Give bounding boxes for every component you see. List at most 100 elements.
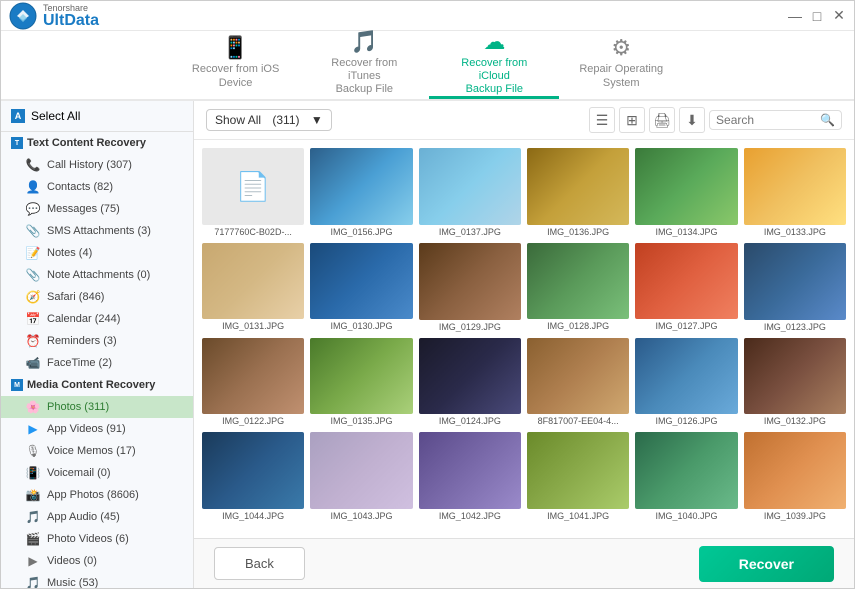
text-content-section-label: Text Content Recovery	[27, 137, 146, 149]
photo-item[interactable]: IMG_1041.JPG	[527, 432, 629, 521]
photo-item[interactable]: IMG_0137.JPG	[419, 148, 521, 237]
photo-item[interactable]: IMG_1044.JPG	[202, 432, 304, 521]
section-text-content[interactable]: T Text Content Recovery	[1, 132, 193, 154]
nav-item-repair[interactable]: ⚙ Repair OperatingSystem	[559, 31, 683, 99]
videos-label: Videos (0)	[47, 555, 97, 567]
app-photos-label: App Photos (8606)	[47, 489, 139, 501]
chevron-down-icon: ▼	[311, 113, 323, 127]
grid-view-button[interactable]: ⊞	[619, 107, 645, 133]
photo-videos-icon: 🎬	[25, 531, 41, 547]
calendar-label: Calendar (244)	[47, 313, 120, 325]
photo-item[interactable]: IMG_0135.JPG	[310, 338, 412, 427]
sidebar-item-voicemail[interactable]: 📳 Voicemail (0)	[1, 462, 193, 484]
show-all-label: Show All	[215, 113, 261, 127]
sidebar-item-safari[interactable]: 🧭 Safari (846)	[1, 286, 193, 308]
photo-item[interactable]: IMG_0131.JPG	[202, 243, 304, 332]
itunes-icon: 🎵	[351, 31, 378, 53]
search-input[interactable]	[716, 113, 816, 127]
sidebar-item-note-attachments[interactable]: 📎 Note Attachments (0)	[1, 264, 193, 286]
nav-bar: 📱 Recover from iOSDevice 🎵 Recover from …	[1, 31, 854, 101]
section-media-content[interactable]: M Media Content Recovery	[1, 374, 193, 396]
contacts-icon: 👤	[25, 179, 41, 195]
sidebar-item-voice-memos[interactable]: 🎙 Voice Memos (17)	[1, 440, 193, 462]
photo-item[interactable]: 📄7177760C-B02D-...	[202, 148, 304, 237]
contacts-label: Contacts (82)	[47, 181, 113, 193]
sidebar-item-facetime[interactable]: 📹 FaceTime (2)	[1, 352, 193, 374]
photo-label: 7177760C-B02D-...	[202, 227, 304, 237]
app-name-label: UltData	[43, 13, 99, 29]
nav-item-ios[interactable]: 📱 Recover from iOSDevice	[172, 31, 299, 99]
close-button[interactable]: ✕	[832, 9, 846, 23]
photo-item[interactable]: IMG_0124.JPG	[419, 338, 521, 427]
print-button[interactable]: 🖨	[649, 107, 675, 133]
sidebar-item-app-photos[interactable]: 📸 App Photos (8606)	[1, 484, 193, 506]
logo: Tenorshare UltData	[9, 2, 99, 30]
photo-label: IMG_0136.JPG	[527, 227, 629, 237]
photo-item[interactable]: IMG_0123.JPG	[744, 243, 846, 332]
sidebar-item-messages[interactable]: 💬 Messages (75)	[1, 198, 193, 220]
reminders-label: Reminders (3)	[47, 335, 117, 347]
brand-label: Tenorshare	[43, 3, 99, 13]
maximize-button[interactable]: □	[810, 9, 824, 23]
select-all-icon: A	[11, 109, 25, 123]
app-videos-icon: ▶	[25, 421, 41, 437]
photo-item[interactable]: IMG_0130.JPG	[310, 243, 412, 332]
photo-label: IMG_0131.JPG	[202, 321, 304, 331]
photo-item[interactable]: IMG_0134.JPG	[635, 148, 737, 237]
sidebar-item-photo-videos[interactable]: 🎬 Photo Videos (6)	[1, 528, 193, 550]
facetime-label: FaceTime (2)	[47, 357, 112, 369]
photo-label: IMG_0126.JPG	[635, 416, 737, 426]
main-content: A Select All T Text Content Recovery 📞 C…	[1, 101, 854, 588]
photo-label: 8F817007-EE04-4...	[527, 416, 629, 426]
recover-button[interactable]: Recover	[699, 546, 834, 582]
minimize-button[interactable]: —	[788, 9, 802, 23]
photo-item[interactable]: IMG_1042.JPG	[419, 432, 521, 521]
sidebar-item-app-audio[interactable]: 🎵 App Audio (45)	[1, 506, 193, 528]
sidebar-item-photos[interactable]: 🌸 Photos (311)	[1, 396, 193, 418]
list-view-button[interactable]: ☰	[589, 107, 615, 133]
photo-item[interactable]: 8F817007-EE04-4...	[527, 338, 629, 427]
sidebar-item-reminders[interactable]: ⏰ Reminders (3)	[1, 330, 193, 352]
photo-item[interactable]: IMG_0132.JPG	[744, 338, 846, 427]
sidebar-item-notes[interactable]: 📝 Notes (4)	[1, 242, 193, 264]
photo-label: IMG_1039.JPG	[744, 511, 846, 521]
title-bar-left: Tenorshare UltData	[9, 2, 99, 30]
sidebar-item-videos[interactable]: ▶ Videos (0)	[1, 550, 193, 572]
photo-item[interactable]: IMG_0127.JPG	[635, 243, 737, 332]
app-photos-icon: 📸	[25, 487, 41, 503]
back-button[interactable]: Back	[214, 547, 305, 580]
sidebar-item-sms-attachments[interactable]: 📎 SMS Attachments (3)	[1, 220, 193, 242]
sidebar-item-app-videos[interactable]: ▶ App Videos (91)	[1, 418, 193, 440]
export-button[interactable]: ⬇	[679, 107, 705, 133]
text-content-section-icon: T	[11, 137, 23, 149]
photo-item[interactable]: IMG_0133.JPG	[744, 148, 846, 237]
videos-icon: ▶	[25, 553, 41, 569]
ios-icon: 📱	[222, 37, 249, 59]
sidebar-item-calendar[interactable]: 📅 Calendar (244)	[1, 308, 193, 330]
photo-item[interactable]: IMG_0129.JPG	[419, 243, 521, 332]
sidebar-scroll: T Text Content Recovery 📞 Call History (…	[1, 132, 193, 588]
select-all-header[interactable]: A Select All	[1, 101, 193, 132]
photo-item[interactable]: IMG_1039.JPG	[744, 432, 846, 521]
voice-memos-icon: 🎙	[25, 443, 41, 459]
search-icon: 🔍	[820, 113, 835, 127]
photo-item[interactable]: IMG_0136.JPG	[527, 148, 629, 237]
photo-item[interactable]: IMG_0122.JPG	[202, 338, 304, 427]
call-history-label: Call History (307)	[47, 159, 132, 171]
photo-item[interactable]: IMG_1040.JPG	[635, 432, 737, 521]
sidebar-item-contacts[interactable]: 👤 Contacts (82)	[1, 176, 193, 198]
photo-label: IMG_0124.JPG	[419, 416, 521, 426]
photo-item[interactable]: IMG_1043.JPG	[310, 432, 412, 521]
photo-label: IMG_1043.JPG	[310, 511, 412, 521]
photo-label: IMG_0133.JPG	[744, 227, 846, 237]
sidebar-item-call-history[interactable]: 📞 Call History (307)	[1, 154, 193, 176]
show-all-dropdown[interactable]: Show All (311) ▼	[206, 109, 332, 131]
nav-item-icloud[interactable]: ☁ Recover from iCloudBackup File	[429, 31, 559, 99]
nav-item-itunes[interactable]: 🎵 Recover from iTunesBackup File	[299, 31, 429, 99]
voicemail-label: Voicemail (0)	[47, 467, 111, 479]
photo-item[interactable]: IMG_0156.JPG	[310, 148, 412, 237]
photo-item[interactable]: IMG_0126.JPG	[635, 338, 737, 427]
photo-item[interactable]: IMG_0128.JPG	[527, 243, 629, 332]
photo-label: IMG_0129.JPG	[419, 322, 521, 332]
sidebar-item-music[interactable]: 🎵 Music (53)	[1, 572, 193, 588]
